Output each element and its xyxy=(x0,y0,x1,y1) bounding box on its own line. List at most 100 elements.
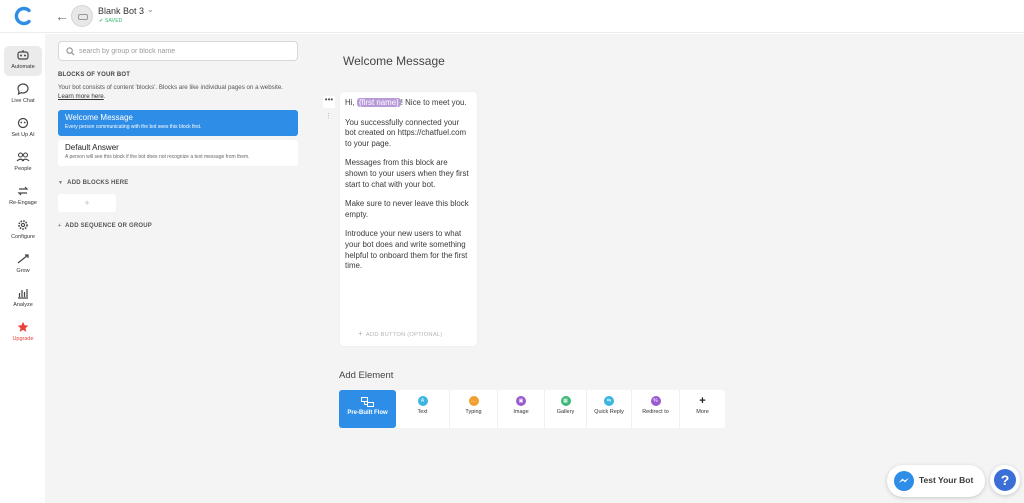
nav-item-re-engage[interactable]: Re-Engage xyxy=(4,182,42,212)
first-name-chip[interactable]: {first name} xyxy=(356,98,401,107)
plus-icon: + xyxy=(358,329,363,338)
block-welcome-message[interactable]: Welcome Message Every person communicati… xyxy=(58,110,298,136)
plus-icon: + xyxy=(58,223,62,229)
test-your-bot-button[interactable]: Test Your Bot xyxy=(887,465,985,497)
learn-more-link[interactable]: Learn more here xyxy=(58,93,104,100)
text-paragraph: Messages from this block are shown to yo… xyxy=(345,158,469,189)
block-subtitle: Every person communicating with the bot … xyxy=(65,124,202,130)
live-chat-icon xyxy=(17,83,29,95)
block-title: Default Answer xyxy=(65,143,119,152)
nav-item-configure[interactable]: Configure xyxy=(4,216,42,246)
plus-icon: + xyxy=(699,395,706,407)
element-typing[interactable]: … Typing xyxy=(450,390,498,428)
element-label: Image xyxy=(513,409,529,415)
saved-status: ✔ SAVED xyxy=(99,18,123,24)
quick-reply-icon: ⇆ xyxy=(604,396,614,406)
analyze-icon xyxy=(18,289,28,299)
search-input[interactable] xyxy=(79,44,289,58)
element-redirect-to[interactable]: % Redirect to xyxy=(632,390,680,428)
block-subtitle: A person will see this block if the bot … xyxy=(65,154,250,160)
chatfuel-logo-icon[interactable] xyxy=(13,5,35,27)
add-button-label: ADD BUTTON (OPTIONAL) xyxy=(365,332,443,338)
nav-item-upgrade[interactable]: Upgrade xyxy=(4,318,42,348)
page-title: Welcome Message xyxy=(343,54,445,68)
redirect-icon: % xyxy=(650,396,661,406)
grow-icon xyxy=(17,254,29,264)
nav-label: Grow xyxy=(16,268,30,274)
help-icon: ? xyxy=(994,469,1016,491)
text-element-icon: A xyxy=(417,396,428,406)
search-icon xyxy=(66,47,75,56)
nav-item-set-up-ai[interactable]: Set Up AI xyxy=(4,114,42,144)
typing-icon: … xyxy=(468,396,479,406)
text-paragraph: Introduce your new users to what your bo… xyxy=(345,229,468,271)
nav-label: Set Up AI xyxy=(11,132,35,138)
element-text[interactable]: A Text xyxy=(396,390,450,428)
star-icon xyxy=(17,321,29,332)
nav-item-grow[interactable]: Grow xyxy=(4,250,42,280)
description-end: . xyxy=(103,93,106,101)
add-button-button[interactable]: + ADD BUTTON (OPTIONAL) xyxy=(358,329,442,338)
blocks-description: Your bot consists of content 'blocks'. B… xyxy=(58,83,293,102)
element-label: Text xyxy=(417,409,428,415)
top-bar: ← Blank Bot 3 ✔ SAVED ⌄ xyxy=(0,0,1024,33)
add-blocks-label: ADD BLOCKS HERE xyxy=(67,180,129,186)
drag-handle-icon[interactable]: ⋮ xyxy=(325,112,332,120)
test-your-bot-label: Test Your Bot xyxy=(919,475,974,485)
element-gallery[interactable]: ▦ Gallery xyxy=(545,390,587,428)
more-options-icon[interactable]: ••• xyxy=(323,96,335,108)
re-engage-icon xyxy=(17,186,29,196)
element-label: More xyxy=(696,409,709,415)
text-paragraph: You successfully connected your bot crea… xyxy=(345,117,467,148)
section-title: BLOCKS OF YOUR BOT xyxy=(58,72,131,78)
element-pre-built-flow[interactable]: Pre-Built Flow xyxy=(339,390,396,428)
nav-label: Automate xyxy=(11,64,35,70)
image-icon: ▣ xyxy=(516,396,526,406)
add-element-toolbar: Pre-Built Flow A Text … Typing ▣ Image ▦… xyxy=(339,390,725,428)
flow-icon xyxy=(361,397,374,407)
messenger-icon xyxy=(894,471,914,491)
element-label: Gallery xyxy=(556,409,575,415)
element-quick-reply[interactable]: ⇆ Quick Reply xyxy=(587,390,632,428)
element-more[interactable]: + More xyxy=(680,390,725,428)
nav-item-people[interactable]: People xyxy=(4,148,42,178)
block-default-answer[interactable]: Default Answer A person will see this bl… xyxy=(58,140,298,166)
search-box[interactable] xyxy=(58,41,298,61)
gallery-icon: ▦ xyxy=(560,396,571,406)
nav-item-automate[interactable]: Automate xyxy=(4,46,42,76)
add-blocks-header[interactable]: ▼ ADD BLOCKS HERE xyxy=(58,180,129,186)
text-card[interactable]: Hi, {first name}! Nice to meet you. You … xyxy=(340,92,477,346)
element-label: Quick Reply xyxy=(594,409,624,415)
people-icon xyxy=(16,152,30,162)
nav-label: Analyze xyxy=(13,302,33,308)
nav-label: Live Chat xyxy=(11,98,35,104)
element-label: Typing xyxy=(465,409,482,415)
ai-icon xyxy=(17,117,29,129)
nav-label: People xyxy=(14,166,32,172)
main-editor: Welcome Message ••• ⋮ Hi, {first name}! … xyxy=(315,34,1024,503)
element-image[interactable]: ▣ Image xyxy=(498,390,545,428)
text-paragraph: Hi, {first name}! Nice to meet you. xyxy=(345,98,471,109)
greeting-rest: ! Nice to meet you. xyxy=(400,98,467,107)
text-card-body[interactable]: Hi, {first name}! Nice to meet you. You … xyxy=(345,98,471,281)
nav-label: Configure xyxy=(11,234,35,240)
bot-name[interactable]: Blank Bot 3 xyxy=(98,6,144,16)
help-button[interactable]: ? xyxy=(990,465,1020,495)
add-block-button[interactable]: + xyxy=(58,194,116,212)
description-text: Your bot consists of content 'blocks'. B… xyxy=(58,84,284,91)
greeting-text: Hi, xyxy=(345,98,357,107)
back-arrow-icon[interactable]: ← xyxy=(55,8,69,24)
nav-item-analyze[interactable]: Analyze xyxy=(4,284,42,314)
add-sequence-header[interactable]: + ADD SEQUENCE OR GROUP xyxy=(58,223,152,229)
block-title: Welcome Message xyxy=(65,113,133,122)
nav-label: Upgrade xyxy=(12,336,34,342)
left-nav: Automate Live Chat Set Up AI People Re-E… xyxy=(0,34,45,503)
gear-icon xyxy=(18,220,28,230)
blocks-panel: BLOCKS OF YOUR BOT Your bot consists of … xyxy=(45,34,315,503)
nav-item-live-chat[interactable]: Live Chat xyxy=(4,80,42,110)
element-label: Redirect to xyxy=(642,409,669,415)
chevron-down-icon[interactable]: ⌄ xyxy=(147,5,154,14)
add-element-title: Add Element xyxy=(339,370,394,381)
bot-avatar[interactable] xyxy=(71,5,93,27)
element-label: Pre-Built Flow xyxy=(347,410,388,416)
